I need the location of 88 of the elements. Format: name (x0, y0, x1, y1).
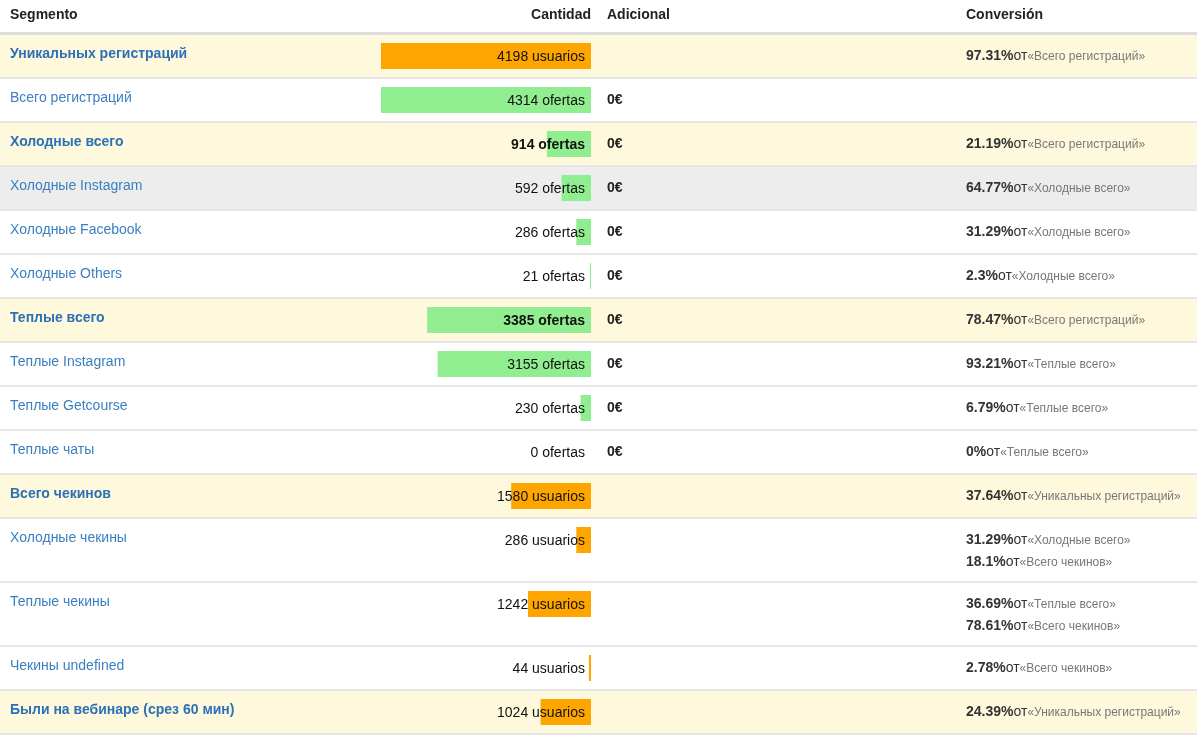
conversion-percent: 78.61% (966, 617, 1014, 633)
reference-label: «Теплые всего» (1027, 597, 1116, 611)
reference-label: «Холодные всего» (1011, 269, 1115, 283)
of-label: от (1013, 617, 1028, 633)
amount-text: 4198 usuarios (497, 47, 586, 66)
segment-link[interactable]: Холодные Others (10, 265, 123, 281)
conversion-percent: 78.47% (966, 311, 1014, 327)
of-label: от (1005, 659, 1020, 675)
amount-text: 21 ofertas (522, 267, 586, 286)
column-header[interactable]: Conversión (956, 0, 1197, 32)
of-label: от (1013, 595, 1028, 611)
conversion-percent: 31.29% (966, 531, 1014, 547)
extra-value: 0€ (607, 267, 623, 283)
of-label: от (1005, 553, 1020, 569)
conversion-percent: 6.79% (966, 399, 1006, 415)
amount-text: 4314 ofertas (507, 91, 586, 110)
extra-value: 0€ (607, 399, 623, 415)
segment-link[interactable]: Всего чекинов (10, 485, 111, 501)
segment-link[interactable]: Холодные всего (10, 133, 124, 149)
of-label: от (986, 443, 1001, 459)
reference-label: «Теплые всего» (1019, 401, 1109, 415)
of-label: от (1013, 311, 1028, 327)
amount-text: 286 ofertas (514, 223, 586, 242)
extra-value: 0€ (607, 223, 623, 239)
amount-text: 44 usuarios (512, 659, 586, 678)
conversion-percent: 0% (966, 443, 987, 459)
reference-label: «Уникальных регистраций» (1027, 489, 1181, 503)
segment-link[interactable]: Теплые всего (10, 309, 105, 325)
reference-label: «Холодные всего» (1027, 533, 1131, 547)
extra-value: 0€ (607, 443, 623, 459)
of-label: от (1013, 47, 1028, 63)
reference-label: «Теплые всего» (1027, 357, 1116, 371)
reference-label: «Всего регистраций» (1027, 49, 1146, 63)
of-label: от (1013, 703, 1028, 719)
reference-label: «Холодные всего» (1027, 181, 1131, 195)
segment-link[interactable]: Холодные чекины (10, 529, 127, 545)
conversion-percent: 97.31% (966, 47, 1014, 63)
of-label: от (1013, 487, 1028, 503)
reference-label: «Холодные всего» (1027, 225, 1131, 239)
conversion-percent: 24.39% (966, 703, 1014, 719)
of-label: от (1013, 531, 1028, 547)
of-label: от (1013, 135, 1028, 151)
segment-link[interactable]: Всего регистраций (10, 89, 132, 105)
segment-link[interactable]: Теплые чаты (10, 441, 95, 457)
column-header[interactable]: Cantidad (371, 0, 601, 32)
segment-link[interactable]: Были на вебинаре (срез 60 мин) (10, 701, 235, 717)
amount-text: 3155 ofertas (507, 355, 586, 374)
conversion-percent: 2.78% (966, 659, 1006, 675)
segment-link[interactable]: Теплые Instagram (10, 353, 126, 369)
segment-link[interactable]: Холодные Facebook (10, 221, 142, 237)
segment-link[interactable]: Чекины undefined (10, 657, 125, 673)
extra-value: 0€ (607, 91, 623, 107)
segment-link[interactable]: Теплые Getcourse (10, 397, 128, 413)
reference-label: «Всего регистраций» (1027, 137, 1146, 151)
amount-text: 230 ofertas (514, 399, 586, 418)
conversion-percent: 21.19% (966, 135, 1014, 151)
reference-label: «Теплые всего» (1000, 445, 1089, 459)
of-label: от (1013, 223, 1028, 239)
amount-text: 914 ofertas (511, 135, 586, 154)
of-label: от (1005, 399, 1020, 415)
segment-link[interactable]: Холодные Instagram (10, 177, 143, 193)
extra-value: 0€ (607, 355, 623, 371)
reference-label: «Уникальных регистраций» (1027, 705, 1181, 719)
segment-link[interactable]: Теплые чекины (10, 593, 110, 609)
segment-link[interactable]: Уникальных регистраций (10, 45, 188, 61)
amount-text: 1242 usuarios (497, 595, 586, 614)
of-label: от (1013, 355, 1028, 371)
reference-label: «Всего чекинов» (1027, 619, 1121, 633)
reference-label: «Всего чекинов» (1019, 661, 1113, 675)
conversion-percent: 37.64% (966, 487, 1014, 503)
conversion-percent: 2.3% (966, 267, 998, 283)
reference-label: «Всего регистраций» (1027, 313, 1146, 327)
extra-value: 0€ (607, 311, 623, 327)
extra-value: 0€ (607, 135, 623, 151)
of-label: от (997, 267, 1012, 283)
reference-label: «Всего чекинов» (1019, 555, 1113, 569)
conversion-percent: 31.29% (966, 223, 1014, 239)
amount-text: 592 ofertas (514, 179, 586, 198)
conversion-percent: 36.69% (966, 595, 1014, 611)
amount-text: 0 ofertas (530, 443, 586, 462)
column-header[interactable]: Adicional (601, 0, 956, 32)
conversion-percent: 93.21% (966, 355, 1014, 371)
column-header[interactable]: Segmento (0, 0, 371, 32)
conversion-percent: 18.1% (966, 553, 1006, 569)
extra-value: 0€ (607, 179, 623, 195)
amount-text: 3385 ofertas (503, 311, 586, 330)
of-label: от (1013, 179, 1028, 195)
conversion-percent: 64.77% (966, 179, 1014, 195)
